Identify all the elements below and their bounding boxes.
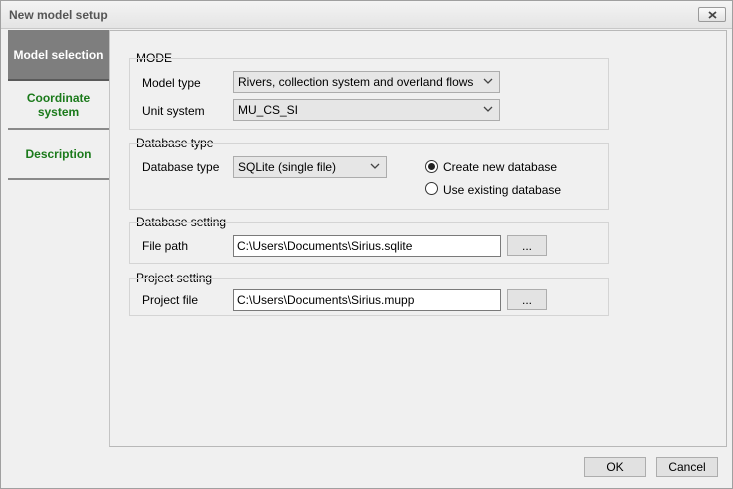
- browse-label: ...: [521, 238, 532, 253]
- chevron-down-icon: [483, 78, 493, 84]
- tab-label: Description: [25, 147, 92, 161]
- file-path-label: File path: [142, 239, 189, 253]
- browse-file-path-button[interactable]: ...: [507, 235, 547, 256]
- create-new-database-label[interactable]: Create new database: [443, 160, 557, 174]
- tab-label: Coordinate system: [26, 90, 91, 119]
- browse-label: ...: [521, 292, 532, 307]
- create-new-database-radio[interactable]: [425, 160, 438, 173]
- use-existing-database-radio[interactable]: [425, 182, 438, 195]
- file-path-value: C:\Users\Documents\Sirius.sqlite: [237, 239, 413, 253]
- database-type-dropdown[interactable]: SQLite (single file): [233, 156, 387, 178]
- sidebar: Model selection Coordinate system Descri…: [8, 30, 109, 447]
- ok-label: OK: [606, 460, 624, 474]
- model-type-label: Model type: [142, 76, 201, 90]
- model-type-dropdown[interactable]: Rivers, collection system and overland f…: [233, 71, 500, 93]
- window-title: New model setup: [9, 8, 108, 22]
- unit-system-value: MU_CS_SI: [238, 103, 299, 117]
- file-path-input[interactable]: C:\Users\Documents\Sirius.sqlite: [233, 235, 501, 257]
- unit-system-dropdown[interactable]: MU_CS_SI: [233, 99, 500, 121]
- tab-description[interactable]: Description: [8, 130, 109, 180]
- project-file-label: Project file: [142, 293, 199, 307]
- chevron-down-icon: [370, 163, 380, 169]
- project-file-input[interactable]: C:\Users\Documents\Sirius.mupp: [233, 289, 501, 311]
- cancel-label: Cancel: [668, 460, 706, 474]
- model-type-value: Rivers, collection system and overland f…: [238, 75, 474, 89]
- ok-button[interactable]: OK: [584, 457, 646, 477]
- browse-project-file-button[interactable]: ...: [507, 289, 547, 310]
- tab-label: Model selection: [13, 47, 104, 62]
- unit-system-label: Unit system: [142, 104, 205, 118]
- database-type-value: SQLite (single file): [238, 160, 337, 174]
- database-type-label: Database type: [142, 160, 220, 174]
- project-file-value: C:\Users\Documents\Sirius.mupp: [237, 293, 415, 307]
- close-button[interactable]: [698, 7, 726, 22]
- content-panel: MODE Model type Rivers, collection syste…: [109, 30, 727, 447]
- chevron-down-icon: [483, 106, 493, 112]
- tab-coordinate-system[interactable]: Coordinate system: [8, 81, 109, 130]
- close-icon: [707, 10, 717, 19]
- tab-model-selection[interactable]: Model selection: [8, 30, 109, 81]
- use-existing-database-label[interactable]: Use existing database: [443, 183, 561, 197]
- new-model-setup-dialog: New model setup Model selection Coordina…: [0, 0, 733, 489]
- cancel-button[interactable]: Cancel: [656, 457, 718, 477]
- title-bar[interactable]: New model setup: [1, 1, 732, 29]
